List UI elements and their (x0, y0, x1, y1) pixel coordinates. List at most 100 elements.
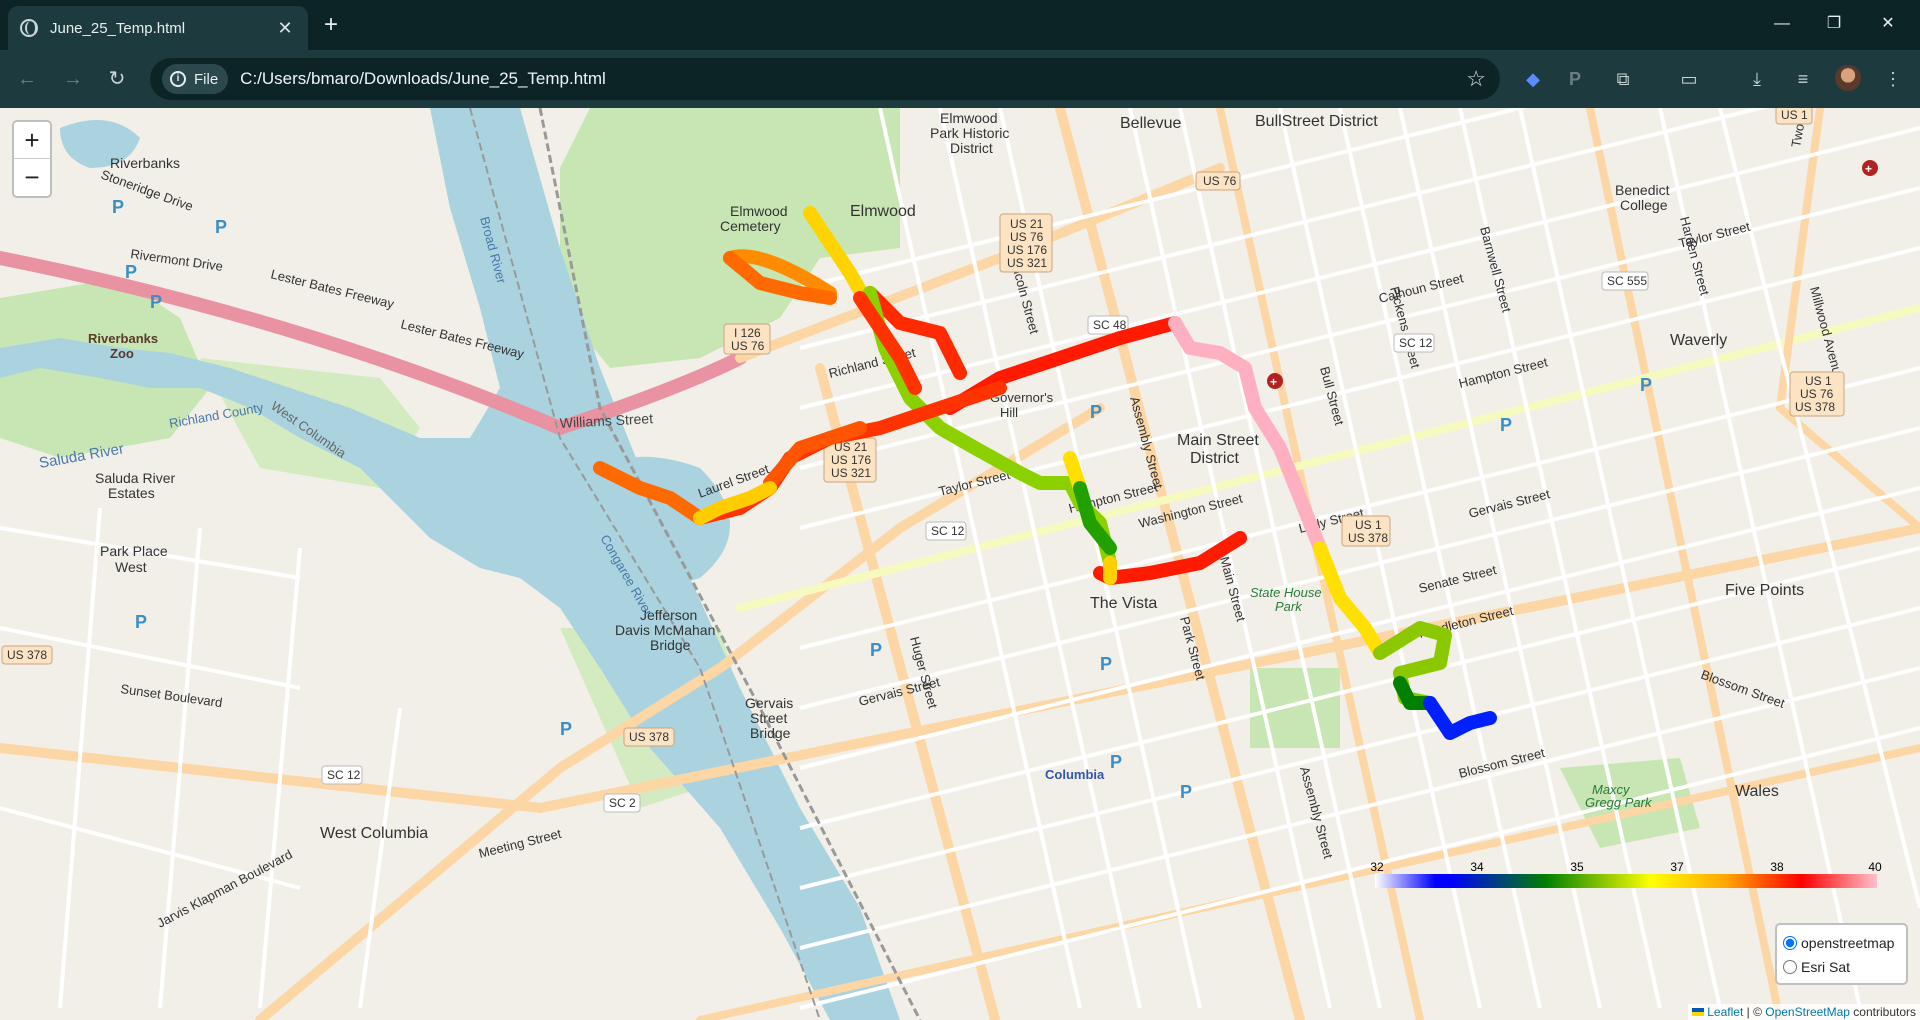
svg-text:West Columbia: West Columbia (320, 825, 428, 842)
svg-text:P: P (1110, 752, 1122, 772)
restore-icon[interactable]: ❐ (1812, 8, 1856, 40)
svg-text:Bridge: Bridge (750, 725, 791, 741)
svg-text:+: + (1270, 375, 1277, 389)
cast-icon[interactable]: ▭ (1676, 66, 1702, 92)
leaflet-map[interactable]: Riverbanks Riverbanks Zoo Lester Bates F… (0, 108, 1920, 1020)
svg-text:P: P (1640, 375, 1652, 395)
extension-shield-icon[interactable]: ◆ (1520, 66, 1546, 92)
svg-text:US 1: US 1 (1355, 518, 1382, 532)
download-icon[interactable]: ⤓ (1744, 66, 1770, 92)
svg-text:Saluda River: Saluda River (95, 470, 175, 486)
svg-text:Wales: Wales (1735, 783, 1779, 800)
active-tab[interactable]: June_25_Temp.html ✕ (8, 6, 308, 50)
layer-option-openstreetmap[interactable]: openstreetmap (1783, 931, 1900, 955)
leaflet-link[interactable]: Leaflet (1707, 1005, 1743, 1019)
svg-text:P: P (560, 719, 572, 739)
svg-text:Elmwood: Elmwood (940, 110, 998, 126)
svg-text:P: P (1090, 402, 1102, 422)
window-close-icon[interactable]: ✕ (1866, 8, 1910, 40)
svg-text:US 76: US 76 (731, 339, 765, 353)
svg-text:Street: Street (750, 710, 787, 726)
reload-icon[interactable]: ↻ (102, 64, 132, 94)
svg-text:Waverly: Waverly (1670, 332, 1727, 349)
millwood-road (1775, 108, 1920, 532)
url-text[interactable]: C:/Users/bmaro/Downloads/June_25_Temp.ht… (240, 69, 606, 89)
svg-text:US 321: US 321 (831, 466, 871, 480)
legend-tick: 32 (1370, 860, 1384, 874)
svg-text:Senate Street: Senate Street (1417, 562, 1498, 596)
svg-text:SC 48: SC 48 (1093, 318, 1127, 332)
layer-radio-openstreetmap[interactable] (1783, 936, 1797, 950)
media-control-icon[interactable]: ≡ (1790, 66, 1816, 92)
osm-link[interactable]: OpenStreetMap (1765, 1005, 1850, 1019)
legend-tick: 37 (1670, 860, 1684, 874)
close-tab-icon[interactable]: ✕ (274, 18, 296, 39)
legend-tick: 40 (1868, 860, 1882, 874)
site-info-chip[interactable]: i File (162, 64, 229, 94)
svg-text:US 378: US 378 (629, 730, 669, 744)
svg-text:Park Place: Park Place (100, 543, 168, 559)
svg-text:Gregg Park: Gregg Park (1585, 795, 1653, 810)
svg-text:Hill: Hill (1000, 405, 1018, 420)
svg-text:Estates: Estates (108, 485, 155, 501)
svg-text:US 21: US 21 (1010, 217, 1044, 231)
new-tab-button[interactable]: + (316, 10, 346, 40)
back-arrow-icon[interactable]: ← (12, 64, 42, 94)
zoom-in-button[interactable]: + (14, 122, 50, 159)
svg-text:Barnwell Street: Barnwell Street (1477, 225, 1514, 314)
svg-text:SC 12: SC 12 (931, 524, 965, 538)
svg-text:Gervais Street: Gervais Street (1467, 486, 1552, 521)
browser-toolbar: ← → ↻ i File C:/Users/bmaro/Downloads/Ju… (0, 50, 1920, 108)
svg-text:Sunset Boulevard: Sunset Boulevard (120, 681, 224, 710)
svg-text:Pickens Street: Pickens Street (1387, 285, 1423, 370)
svg-text:Park Historic: Park Historic (930, 125, 1009, 141)
ukraine-flag-icon (1692, 1008, 1705, 1016)
minimize-icon[interactable]: — (1760, 8, 1804, 40)
layer-control: openstreetmap Esri Sat (1775, 923, 1908, 985)
layer-radio-esri-sat[interactable] (1783, 960, 1797, 974)
svg-text:Main Street: Main Street (1177, 432, 1259, 449)
menu-kebab-icon[interactable]: ⋮ (1880, 66, 1906, 92)
svg-text:P: P (215, 217, 227, 237)
svg-text:SC 555: SC 555 (1607, 274, 1647, 288)
legend-color-bar (1375, 874, 1877, 888)
svg-text:Columbia: Columbia (1045, 767, 1105, 782)
svg-text:I 126: I 126 (734, 326, 761, 340)
svg-text:Jarvis Klapman Boulevard: Jarvis Klapman Boulevard (154, 846, 294, 930)
svg-text:Lester Bates Freeway: Lester Bates Freeway (269, 266, 396, 311)
address-bar[interactable]: i File C:/Users/bmaro/Downloads/June_25_… (150, 58, 1500, 100)
info-icon: i (170, 71, 186, 87)
svg-text:US 378: US 378 (1348, 531, 1388, 545)
attribution-separator: | © (1743, 1005, 1766, 1019)
bookmark-star-icon[interactable]: ☆ (1466, 66, 1486, 92)
svg-text:US 76: US 76 (1203, 174, 1237, 188)
layer-label: Esri Sat (1801, 959, 1851, 975)
svg-text:+: + (1865, 162, 1872, 176)
svg-text:Five Points: Five Points (1725, 582, 1804, 599)
label-riverbanks: Riverbanks (110, 155, 180, 171)
svg-text:College: College (1620, 197, 1668, 213)
svg-text:Elmwood: Elmwood (850, 203, 916, 220)
svg-text:US 378: US 378 (7, 648, 47, 662)
svg-text:District: District (950, 140, 993, 156)
svg-text:West: West (115, 559, 147, 575)
svg-text:P: P (112, 197, 124, 217)
svg-text:SC 12: SC 12 (1399, 336, 1433, 350)
svg-text:P: P (1100, 654, 1112, 674)
svg-text:P: P (135, 612, 147, 632)
url-scheme-label: File (194, 70, 219, 88)
svg-text:SC 2: SC 2 (609, 796, 636, 810)
svg-text:SC 12: SC 12 (327, 768, 361, 782)
svg-text:District: District (1190, 450, 1239, 467)
svg-text:Park: Park (1275, 599, 1303, 614)
svg-text:US 76: US 76 (1800, 387, 1834, 401)
forward-arrow-icon[interactable]: → (58, 64, 88, 94)
zoom-out-button[interactable]: − (14, 159, 50, 196)
extension-p-icon[interactable]: P (1562, 66, 1588, 92)
profile-avatar[interactable] (1835, 65, 1861, 91)
extensions-puzzle-icon[interactable]: ⧉ (1610, 66, 1636, 92)
layer-option-esri-sat[interactable]: Esri Sat (1783, 955, 1900, 979)
svg-text:P: P (125, 262, 137, 282)
svg-text:Zoo: Zoo (110, 346, 134, 361)
temperature-legend: 32 34 35 37 38 40 (1370, 860, 1882, 890)
